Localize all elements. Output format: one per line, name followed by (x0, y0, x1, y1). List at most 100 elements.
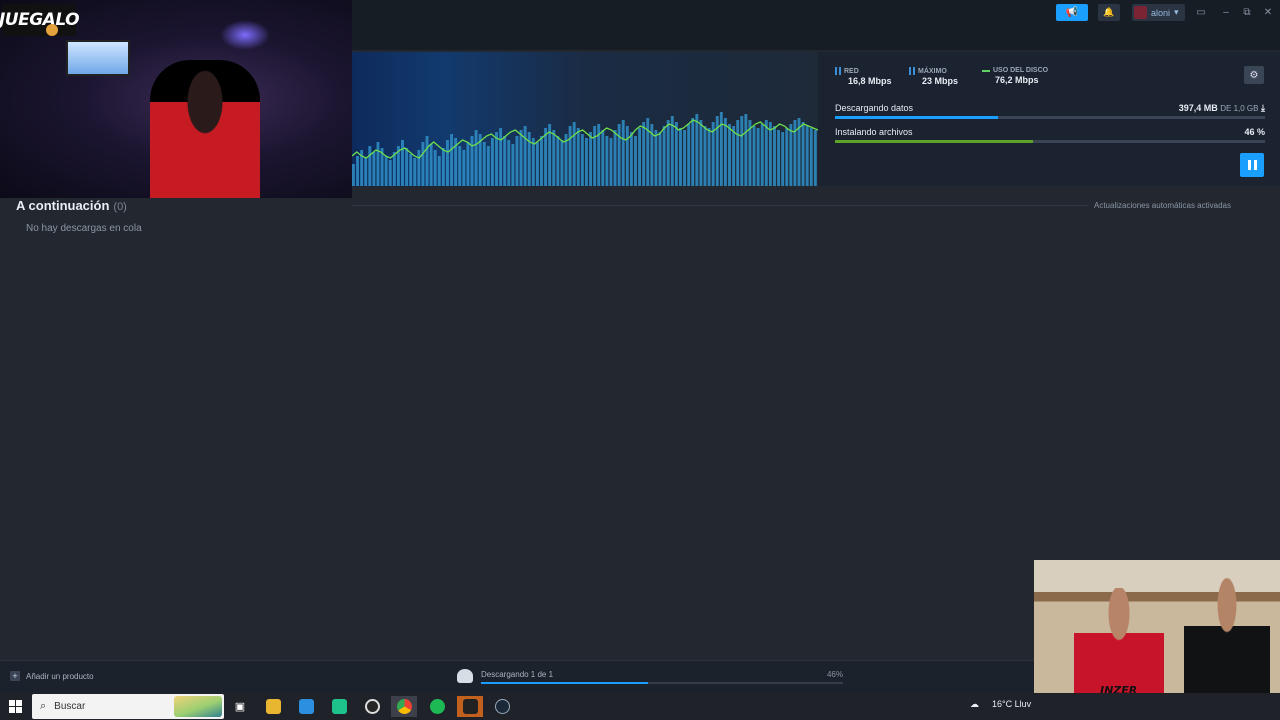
graph-bar (474, 130, 478, 186)
graph-bar (687, 124, 691, 186)
progress-install-row: Instalando archivos 46 % (835, 127, 1265, 143)
graph-bar (801, 122, 805, 186)
minimize-icon: – (1223, 7, 1229, 18)
user-name: aloni (1151, 7, 1171, 18)
graph-bar (605, 136, 609, 186)
graph-bar (642, 122, 646, 186)
graph-bar (728, 124, 731, 186)
chrome-icon[interactable] (391, 696, 417, 717)
minimize-button[interactable]: – (1215, 4, 1237, 21)
graph-bar (752, 126, 756, 186)
graph-bar (634, 136, 637, 186)
graph-bar (560, 140, 564, 186)
graph-bar (462, 150, 466, 186)
graph-bar (625, 126, 629, 186)
epic-games-icon[interactable] (457, 696, 483, 717)
graph-bar (372, 152, 376, 186)
download-settings-button[interactable]: ⚙ (1244, 66, 1264, 84)
graph-bar (511, 144, 515, 186)
graph-bar (809, 128, 813, 186)
footer-progress-track (481, 682, 843, 684)
close-icon: ✕ (1263, 7, 1273, 18)
user-menu[interactable]: aloni ▾ (1132, 4, 1185, 21)
graph-bar (654, 130, 658, 186)
taskbar-search[interactable]: ⌕ Buscar (32, 694, 224, 719)
footer-download-status[interactable]: Descargando 1 de 1 46% (457, 667, 843, 687)
pause-button[interactable] (1240, 153, 1264, 177)
graph-bar (719, 112, 723, 186)
graph-bar (392, 152, 396, 186)
add-product-button[interactable]: + Añadir un producto (10, 671, 94, 681)
graph-bar (683, 130, 686, 186)
graph-bar (601, 130, 605, 186)
amount-value: 397,4 MB (1178, 103, 1218, 113)
graph-bar (368, 146, 372, 186)
file-explorer-icon[interactable] (260, 696, 286, 717)
graph-bar (376, 142, 380, 186)
add-product-label: Añadir un producto (26, 671, 94, 681)
spotify-icon[interactable] (424, 696, 450, 717)
progress-amount: 46 % (1244, 127, 1265, 137)
graph-bar (609, 138, 613, 186)
graph-bar (384, 156, 388, 186)
graph-bar (507, 140, 511, 186)
amount-total: DE 1,0 GB (1220, 104, 1259, 113)
graph-bar (805, 126, 809, 186)
graph-bar (409, 154, 413, 186)
graph-bar (503, 136, 507, 186)
graph-bar (813, 130, 817, 186)
queue-heading: A continuación (0) (16, 198, 127, 213)
graph-bar (777, 130, 781, 186)
windows-taskbar: ⌕ Buscar ▣ ☁ 16°C Lluv (0, 693, 1280, 720)
lamp-glow (220, 20, 270, 50)
graph-bar (352, 164, 355, 186)
graph-bar (732, 126, 736, 186)
weather-text[interactable]: 16°C Lluv (992, 699, 1031, 709)
stat-value: 16,8 Mbps (848, 76, 892, 86)
stat-label: USO DEL DISCO (993, 67, 1049, 74)
notifications-button[interactable]: 🔔 (1098, 4, 1120, 21)
graph-bar (433, 150, 437, 186)
graph-bar (699, 120, 703, 186)
graph-bar (629, 132, 633, 186)
steam-icon[interactable] (489, 696, 515, 717)
restore-button[interactable]: ⧉ (1236, 4, 1258, 21)
graph-bar (785, 128, 789, 186)
announcements-button[interactable]: 📢 (1056, 4, 1088, 21)
app-green-icon[interactable] (326, 696, 352, 717)
graph-bar (356, 156, 359, 186)
graph-bar (740, 116, 744, 186)
photos-icon[interactable] (293, 696, 319, 717)
graph-bar (789, 124, 793, 186)
graph-bar (768, 122, 772, 186)
stat-label: RED (844, 67, 859, 75)
start-button[interactable] (9, 700, 22, 713)
progress-track (835, 116, 1265, 119)
queue-divider (352, 205, 1088, 206)
close-button[interactable]: ✕ (1257, 4, 1279, 21)
graph-bar (585, 138, 588, 186)
graph-bar (621, 120, 625, 186)
graph-bar (781, 132, 785, 186)
graph-bar (723, 118, 727, 186)
big-picture-button[interactable]: ▭ (1190, 4, 1212, 21)
graph-bar (405, 148, 409, 186)
graph-bar (658, 132, 662, 186)
graph-bar (703, 126, 707, 186)
graph-bar (519, 130, 523, 186)
graph-bar (544, 128, 548, 186)
progress-label: Instalando archivos (835, 127, 913, 137)
graph-bar (576, 128, 580, 186)
footer-progress-fill (481, 682, 648, 684)
monitor-icon: ▭ (1196, 7, 1206, 18)
restore-icon: ⧉ (1243, 7, 1251, 18)
graph-bar (613, 130, 617, 186)
graph-bar (413, 158, 417, 186)
graph-bar (674, 122, 678, 186)
obs-icon[interactable] (359, 696, 385, 717)
graph-bar (441, 148, 445, 186)
graph-bar (691, 118, 695, 186)
pause-icon (1247, 160, 1257, 170)
task-view-icon[interactable]: ▣ (227, 696, 253, 717)
graph-bar (535, 142, 539, 186)
